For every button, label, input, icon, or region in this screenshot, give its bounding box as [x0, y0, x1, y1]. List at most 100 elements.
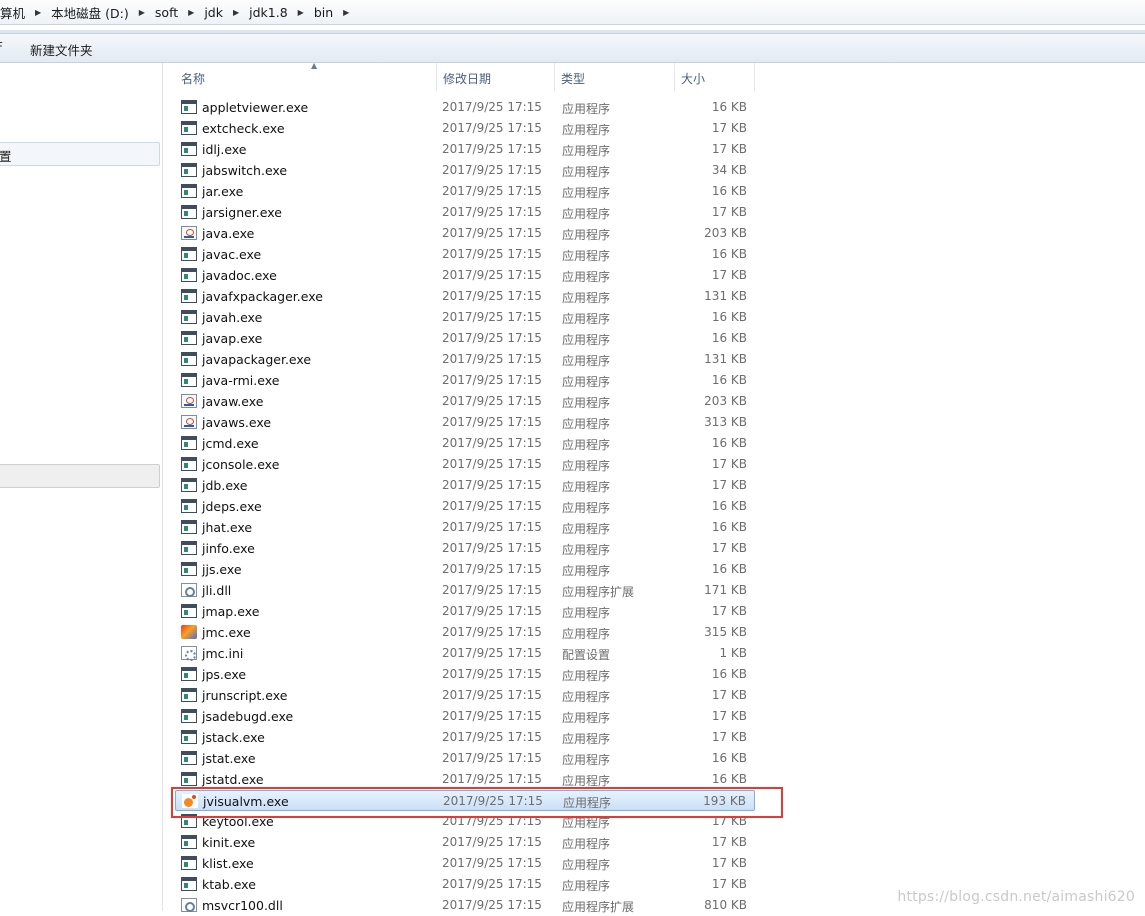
file-row[interactable]: jdb.exe 2017/9/25 17:15 应用程序 17 KB	[175, 475, 755, 496]
file-row[interactable]: kinit.exe 2017/9/25 17:15 应用程序 17 KB	[175, 832, 755, 853]
breadcrumb-item[interactable]: 算机	[0, 3, 29, 22]
mission-control-icon	[181, 625, 197, 639]
chevron-right-icon[interactable]: ▶	[292, 8, 310, 17]
file-row[interactable]: extcheck.exe 2017/9/25 17:15 应用程序 17 KB	[175, 118, 755, 139]
file-row[interactable]: jsadebugd.exe 2017/9/25 17:15 应用程序 17 KB	[175, 706, 755, 727]
file-type: 应用程序	[562, 879, 611, 893]
file-row[interactable]: javaws.exe 2017/9/25 17:15 应用程序 313 KB	[175, 412, 755, 433]
file-row[interactable]: msvcr100.dll 2017/9/25 17:15 应用程序扩展 810 KB	[175, 895, 755, 916]
file-row[interactable]: java.exe 2017/9/25 17:15 应用程序 203 KB	[175, 223, 755, 244]
application-icon	[181, 814, 197, 828]
chevron-right-icon[interactable]: ▶	[133, 8, 151, 17]
file-size: 17 KB	[711, 814, 747, 828]
file-date: 2017/9/25 17:15	[442, 751, 542, 765]
application-icon	[181, 331, 197, 345]
column-size-header[interactable]: 大小	[675, 63, 755, 91]
file-name: javaws.exe	[202, 415, 272, 430]
file-type: 应用程序	[562, 186, 611, 200]
application-icon	[181, 562, 197, 576]
breadcrumb-item[interactable]: jdk	[200, 5, 227, 20]
file-row[interactable]: jstat.exe 2017/9/25 17:15 应用程序 16 KB	[175, 748, 755, 769]
application-icon	[181, 604, 197, 618]
file-name: kinit.exe	[202, 835, 256, 850]
file-row[interactable]: javap.exe 2017/9/25 17:15 应用程序 16 KB	[175, 328, 755, 349]
breadcrumb-item[interactable]: jdk1.8	[245, 5, 292, 20]
application-icon	[181, 856, 197, 870]
nav-item-hover[interactable]	[0, 464, 160, 488]
file-date: 2017/9/25 17:15	[442, 121, 542, 135]
column-type-header[interactable]: 类型	[555, 63, 675, 91]
file-row[interactable]: javapackager.exe 2017/9/25 17:15 应用程序 131 K…	[175, 349, 755, 370]
file-row[interactable]: jar.exe 2017/9/25 17:15 应用程序 16 KB	[175, 181, 755, 202]
file-size: 16 KB	[711, 100, 747, 114]
file-type: 应用程序	[563, 796, 612, 810]
file-date: 2017/9/25 17:15	[442, 226, 542, 240]
file-type: 应用程序	[562, 396, 611, 410]
application-icon	[181, 289, 197, 303]
file-row[interactable]: keytool.exe 2017/9/25 17:15 应用程序 17 KB	[175, 811, 755, 832]
file-row[interactable]: jps.exe 2017/9/25 17:15 应用程序 16 KB	[175, 664, 755, 685]
application-icon	[181, 877, 197, 891]
file-row[interactable]: jrunscript.exe 2017/9/25 17:15 应用程序 17 KB	[175, 685, 755, 706]
file-row[interactable]: jmc.ini 2017/9/25 17:15 配置设置 1 KB	[175, 643, 755, 664]
file-row[interactable]: javafxpackager.exe 2017/9/25 17:15 应用程序 131…	[175, 286, 755, 307]
file-row[interactable]: klist.exe 2017/9/25 17:15 应用程序 17 KB	[175, 853, 755, 874]
file-row[interactable]: appletviewer.exe 2017/9/25 17:15 应用程序 16 KB	[175, 97, 755, 118]
file-row[interactable]: jinfo.exe 2017/9/25 17:15 应用程序 17 KB	[175, 538, 755, 559]
file-type: 应用程序	[562, 480, 611, 494]
chevron-right-icon[interactable]: ▶	[182, 8, 200, 17]
file-type: 应用程序	[562, 669, 611, 683]
file-row[interactable]: jstack.exe 2017/9/25 17:15 应用程序 17 KB	[175, 727, 755, 748]
file-row[interactable]: jjs.exe 2017/9/25 17:15 应用程序 16 KB	[175, 559, 755, 580]
chevron-right-icon[interactable]: ▶	[337, 8, 355, 17]
navigation-pane[interactable]: 置	[0, 63, 163, 911]
toolbar-truncated-item[interactable]: F	[0, 40, 3, 54]
file-row[interactable]: jcmd.exe 2017/9/25 17:15 应用程序 16 KB	[175, 433, 755, 454]
file-row[interactable]: javadoc.exe 2017/9/25 17:15 应用程序 17 KB	[175, 265, 755, 286]
file-name: jdeps.exe	[202, 499, 262, 514]
file-row[interactable]: jabswitch.exe 2017/9/25 17:15 应用程序 34 KB	[175, 160, 755, 181]
application-icon	[181, 247, 197, 261]
file-row[interactable]: ktab.exe 2017/9/25 17:15 应用程序 17 KB	[175, 874, 755, 895]
file-row[interactable]: jmap.exe 2017/9/25 17:15 应用程序 17 KB	[175, 601, 755, 622]
file-row[interactable]: idlj.exe 2017/9/25 17:15 应用程序 17 KB	[175, 139, 755, 160]
file-name: ktab.exe	[202, 877, 256, 892]
nav-item-selected[interactable]: 置	[0, 142, 160, 166]
column-name-header[interactable]: 名称 ▲	[175, 61, 437, 91]
file-size: 16 KB	[711, 436, 747, 450]
file-name: javaw.exe	[202, 394, 264, 409]
address-bar[interactable]: 算机 ▶ 本地磁盘 (D:) ▶ soft ▶ jdk ▶ jdk1.8 ▶ bin ▶	[0, 0, 1145, 25]
file-date: 2017/9/25 17:15	[442, 667, 542, 681]
file-size: 1 KB	[719, 646, 747, 660]
file-row[interactable]: java-rmi.exe 2017/9/25 17:15 应用程序 16 KB	[175, 370, 755, 391]
file-row[interactable]: jli.dll 2017/9/25 17:15 应用程序扩展 171 KB	[175, 580, 755, 601]
file-size: 16 KB	[711, 373, 747, 387]
breadcrumb-item[interactable]: bin	[310, 5, 337, 20]
chevron-right-icon[interactable]: ▶	[227, 8, 245, 17]
file-name: javafxpackager.exe	[202, 289, 323, 304]
breadcrumb-item[interactable]: 本地磁盘 (D:)	[47, 3, 133, 22]
file-size: 34 KB	[711, 163, 747, 177]
file-date: 2017/9/25 17:15	[442, 709, 542, 723]
file-row[interactable]: javaw.exe 2017/9/25 17:15 应用程序 203 KB	[175, 391, 755, 412]
file-type: 应用程序	[562, 606, 611, 620]
file-type: 配置设置	[562, 648, 611, 662]
chevron-right-icon[interactable]: ▶	[29, 8, 47, 17]
breadcrumb-item[interactable]: soft	[151, 5, 182, 20]
file-row[interactable]: jhat.exe 2017/9/25 17:15 应用程序 16 KB	[175, 517, 755, 538]
column-date-header[interactable]: 修改日期	[437, 63, 555, 91]
file-row[interactable]: jdeps.exe 2017/9/25 17:15 应用程序 16 KB	[175, 496, 755, 517]
file-name: klist.exe	[202, 856, 254, 871]
file-row[interactable]: jmc.exe 2017/9/25 17:15 应用程序 315 KB	[175, 622, 755, 643]
file-row-selected[interactable]: jvisualvm.exe 2017/9/25 17:15 应用程序 193 KB	[175, 790, 755, 811]
new-folder-button[interactable]: 新建文件夹	[30, 40, 93, 59]
file-row[interactable]: jstatd.exe 2017/9/25 17:15 应用程序 16 KB	[175, 769, 755, 790]
file-type: 应用程序	[562, 564, 611, 578]
file-name: jps.exe	[202, 667, 247, 682]
file-row[interactable]: jarsigner.exe 2017/9/25 17:15 应用程序 17 KB	[175, 202, 755, 223]
file-date: 2017/9/25 17:15	[442, 478, 542, 492]
file-row[interactable]: javac.exe 2017/9/25 17:15 应用程序 16 KB	[175, 244, 755, 265]
file-row[interactable]: javah.exe 2017/9/25 17:15 应用程序 16 KB	[175, 307, 755, 328]
file-row[interactable]: jconsole.exe 2017/9/25 17:15 应用程序 17 KB	[175, 454, 755, 475]
column-date-label: 修改日期	[443, 72, 492, 86]
